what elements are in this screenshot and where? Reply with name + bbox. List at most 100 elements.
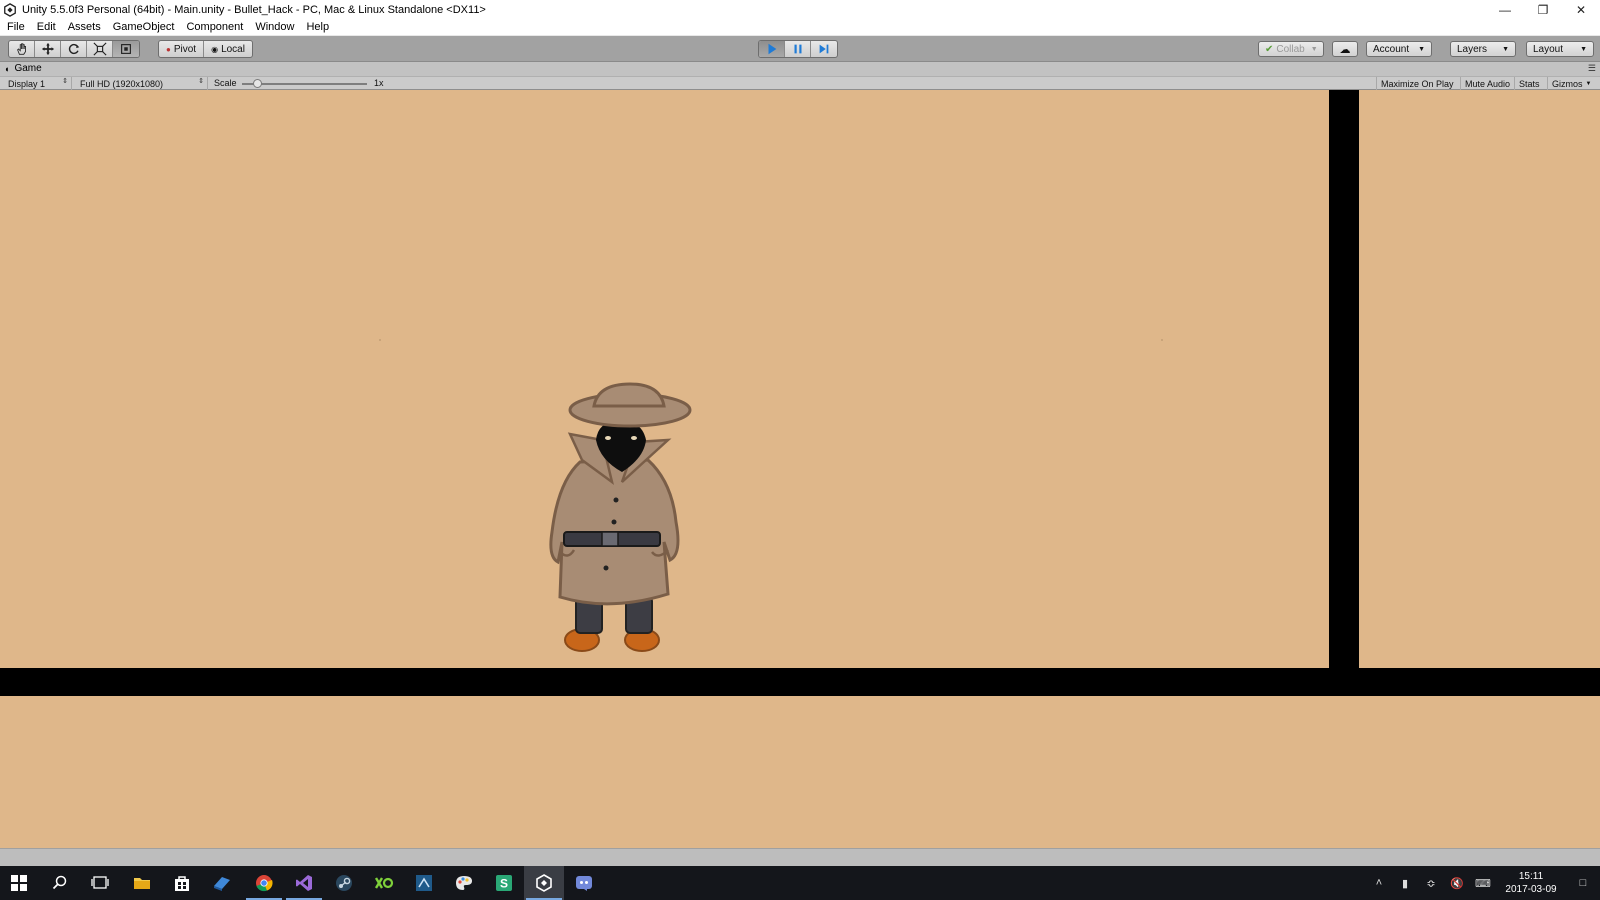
- play-controls: [758, 40, 838, 58]
- taskbar-chrome[interactable]: [244, 866, 284, 900]
- mute-audio-toggle[interactable]: Mute Audio: [1460, 77, 1514, 90]
- rotate-tool-button[interactable]: [61, 41, 87, 57]
- hand-tool-button[interactable]: [9, 41, 35, 57]
- clock-date: 2017-03-09: [1505, 884, 1557, 895]
- menu-file[interactable]: File: [0, 21, 31, 33]
- taskbar-store[interactable]: [162, 866, 202, 900]
- cloud-button[interactable]: ☁: [1332, 41, 1358, 57]
- game-viewport[interactable]: [0, 90, 1600, 848]
- notification-icon[interactable]: □: [1566, 866, 1600, 900]
- game-view-toolbar: Display 1 ⇕ Full HD (1920x1080) ⇕ Scale …: [0, 76, 1600, 90]
- folder-icon: [134, 878, 150, 889]
- keyboard-icon[interactable]: ⌨: [1470, 866, 1496, 900]
- menu-gameobject[interactable]: GameObject: [107, 21, 181, 33]
- play-icon: [768, 43, 776, 55]
- menu-edit[interactable]: Edit: [31, 21, 62, 33]
- window-title: Unity 5.5.0f3 Personal (64bit) - Main.un…: [22, 3, 486, 16]
- app-green-icon: [374, 877, 394, 889]
- collab-dropdown[interactable]: ✔ Collab ▼: [1258, 41, 1324, 57]
- chevron-down-icon: ▼: [1418, 45, 1425, 53]
- move-arrows-icon: [41, 42, 54, 56]
- floor-platform: [0, 668, 1600, 696]
- layout-dropdown[interactable]: Layout ▼: [1526, 41, 1594, 57]
- scale-slider-thumb[interactable]: [253, 79, 262, 88]
- menu-help[interactable]: Help: [300, 21, 335, 33]
- taskbar-paint[interactable]: [444, 866, 484, 900]
- check-icon: ✔: [1265, 43, 1274, 55]
- close-button[interactable]: ✕: [1562, 0, 1600, 19]
- task-view-button[interactable]: [80, 866, 120, 900]
- search-button[interactable]: [40, 866, 80, 900]
- scale-icon: [92, 42, 107, 56]
- panel-menu-icon[interactable]: ☰: [1588, 63, 1596, 74]
- unity-icon: [536, 874, 552, 892]
- display-dropdown[interactable]: Display 1 ⇕: [4, 77, 72, 90]
- taskbar-app-green[interactable]: [364, 866, 404, 900]
- taskbar-clock[interactable]: 15:11 2017-03-09: [1496, 870, 1566, 896]
- account-dropdown[interactable]: Account ▼: [1366, 41, 1432, 57]
- updown-icon: ⇕: [198, 78, 204, 85]
- window-title-bar: Unity 5.5.0f3 Personal (64bit) - Main.un…: [0, 0, 1600, 19]
- start-button[interactable]: [0, 866, 38, 900]
- volume-muted-icon[interactable]: 🔇: [1444, 866, 1470, 900]
- status-bar: [0, 848, 1600, 866]
- task-view-icon: [91, 876, 109, 889]
- taskbar-discord[interactable]: [564, 866, 604, 900]
- system-tray: ˄ ▮ ≎ 🔇 ⌨ 15:11 2017-03-09 □: [1366, 866, 1600, 900]
- taskbar-visual-studio[interactable]: [284, 866, 324, 900]
- menu-component[interactable]: Component: [180, 21, 249, 33]
- maximize-on-play-toggle[interactable]: Maximize On Play: [1376, 77, 1458, 90]
- menu-window[interactable]: Window: [249, 21, 300, 33]
- pause-button[interactable]: [785, 41, 811, 57]
- pivot-button[interactable]: ● Pivot: [159, 41, 205, 57]
- chevron-up-icon[interactable]: ˄: [1366, 866, 1392, 900]
- windows-taskbar: S ˄ ▮ ≎ 🔇 ⌨ 15:11 2017-03-09 □: [0, 866, 1600, 900]
- resolution-dropdown[interactable]: Full HD (1920x1080) ⇕: [76, 77, 208, 90]
- pause-icon: [794, 44, 801, 54]
- taskbar-app-blue[interactable]: [202, 866, 242, 900]
- stats-toggle[interactable]: Stats: [1514, 77, 1544, 90]
- gizmos-dropdown[interactable]: Gizmos ▼: [1547, 77, 1600, 90]
- unity-icon: [4, 2, 16, 17]
- play-button[interactable]: [759, 41, 785, 57]
- scene-speck: [1161, 339, 1163, 341]
- pivot-toggles: ● Pivot ◉ Local: [158, 40, 253, 58]
- rect-tool-button[interactable]: [113, 41, 139, 57]
- taskbar-app-navy[interactable]: [404, 866, 444, 900]
- updown-icon: ⇕: [62, 78, 68, 85]
- minimize-button[interactable]: —: [1486, 0, 1524, 19]
- restore-button[interactable]: ❐: [1524, 0, 1562, 19]
- rect-tool-icon: [121, 44, 131, 54]
- wall-vertical: [1329, 90, 1359, 668]
- move-tool-button[interactable]: [35, 41, 61, 57]
- scale-tool-button[interactable]: [87, 41, 113, 57]
- battery-icon[interactable]: ▮: [1392, 866, 1418, 900]
- paint-palette-icon: [456, 876, 472, 890]
- taskbar-unity[interactable]: [524, 866, 564, 900]
- search-icon: [52, 875, 67, 890]
- layers-label: Layers: [1457, 43, 1488, 55]
- taskbar-steam[interactable]: [324, 866, 364, 900]
- pivot-label: Pivot: [173, 43, 197, 55]
- menu-assets[interactable]: Assets: [62, 21, 107, 33]
- chrome-icon: [256, 875, 273, 892]
- app-navy-icon: [416, 875, 432, 891]
- step-icon: [819, 44, 829, 54]
- taskbar-app-s[interactable]: S: [484, 866, 524, 900]
- cloud-icon: ☁: [1339, 43, 1351, 56]
- layout-label: Layout: [1533, 43, 1564, 55]
- taskbar-file-explorer[interactable]: [122, 866, 162, 900]
- menu-bar: File Edit Assets GameObject Component Wi…: [0, 19, 1600, 36]
- local-label: Local: [221, 43, 245, 55]
- step-button[interactable]: [811, 41, 837, 57]
- chevron-down-icon: ▼: [1502, 45, 1509, 53]
- layers-dropdown[interactable]: Layers ▼: [1450, 41, 1516, 57]
- discord-icon: [576, 876, 592, 891]
- tab-game[interactable]: ◖ Game: [4, 63, 42, 74]
- tab-game-label: Game: [14, 63, 42, 74]
- wifi-icon[interactable]: ≎: [1418, 866, 1444, 900]
- display-label: Display 1: [8, 78, 46, 89]
- chevron-down-icon: ▼: [1585, 80, 1592, 87]
- windows-logo-icon: [11, 875, 27, 891]
- local-button[interactable]: ◉ Local: [204, 41, 252, 57]
